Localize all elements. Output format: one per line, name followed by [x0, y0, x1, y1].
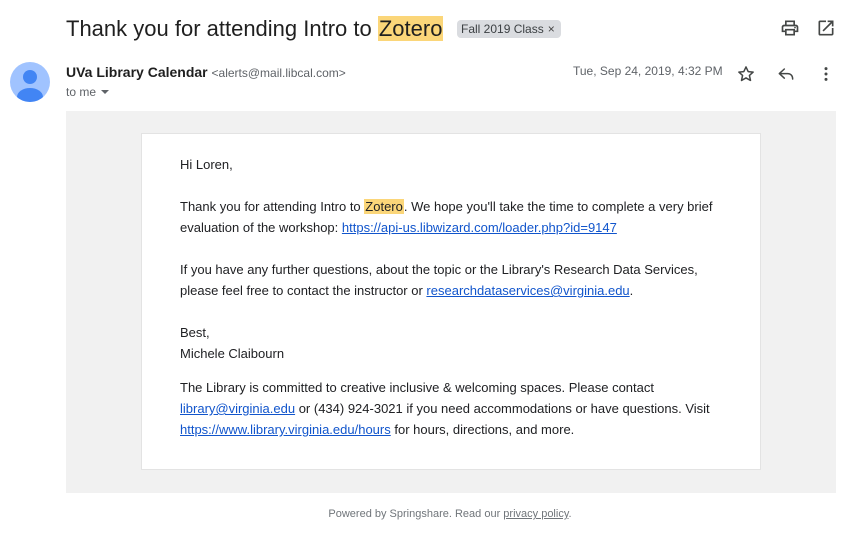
p3-text-mid: or (434) 924-3021 if you need accommodat… [295, 401, 710, 416]
library-hours-link[interactable]: https://www.library.virginia.edu/hours [180, 422, 391, 437]
research-data-email-link[interactable]: researchdataservices@virginia.edu [426, 283, 629, 298]
recipients-toggle[interactable]: to me [66, 85, 110, 99]
evaluation-link[interactable]: https://api-us.libwizard.com/loader.php?… [342, 220, 617, 235]
open-in-new-window-icon[interactable] [816, 18, 836, 38]
label-chip[interactable]: Fall 2019 Class × [457, 20, 561, 38]
subject-highlight: Zotero [377, 16, 444, 41]
message-body-background: Hi Loren, Thank you for attending Intro … [66, 111, 836, 493]
library-email-link[interactable]: library@virginia.edu [180, 401, 295, 416]
p2-end: . [629, 283, 634, 298]
print-icon[interactable] [780, 18, 800, 38]
footer-text: Powered by Springshare. Read our [328, 508, 504, 520]
paragraph-questions: If you have any further questions, about… [180, 259, 730, 301]
person-icon [17, 70, 43, 102]
paragraph-accessibility: The Library is committed to creative inc… [180, 377, 730, 440]
greeting: Hi Loren, [180, 157, 233, 172]
footer-end: . [568, 508, 572, 520]
sender-name[interactable]: UVa Library Calendar [66, 64, 208, 80]
paragraph-evaluation: Thank you for attending Intro to Zotero.… [180, 196, 730, 238]
remove-label-icon[interactable]: × [548, 20, 555, 38]
privacy-policy-link[interactable]: privacy policy [503, 508, 568, 520]
more-options-icon[interactable] [816, 64, 836, 84]
star-icon[interactable] [736, 64, 756, 84]
sender-email: <alerts@mail.libcal.com> [211, 66, 346, 80]
email-subject: Thank you for attending Intro to Zotero [66, 14, 444, 44]
footer: Powered by Springshare. Read our privacy… [0, 508, 852, 520]
reply-icon[interactable] [776, 64, 796, 84]
message-content: Hi Loren, Thank you for attending Intro … [180, 154, 730, 440]
signer-name: Michele Claibourn [180, 346, 285, 361]
message-date: Tue, Sep 24, 2019, 4:32 PM [573, 64, 723, 78]
label-chip-text: Fall 2019 Class [461, 22, 544, 36]
caret-down-icon [101, 90, 110, 94]
to-label: to me [66, 85, 97, 99]
sender-line: UVa Library Calendar <alerts@mail.libcal… [66, 64, 346, 80]
p3-text-after: for hours, directions, and more. [390, 422, 575, 437]
message-card: Hi Loren, Thank you for attending Intro … [141, 133, 761, 470]
sender-avatar[interactable] [10, 62, 50, 102]
p1-text: Thank you for attending Intro to [180, 199, 365, 214]
p3-text: The Library is committed to creative inc… [180, 380, 654, 395]
p1-highlight: Zotero [364, 199, 404, 214]
signoff: Best, [180, 325, 210, 340]
subject-text: Thank you for attending Intro to [66, 16, 378, 41]
